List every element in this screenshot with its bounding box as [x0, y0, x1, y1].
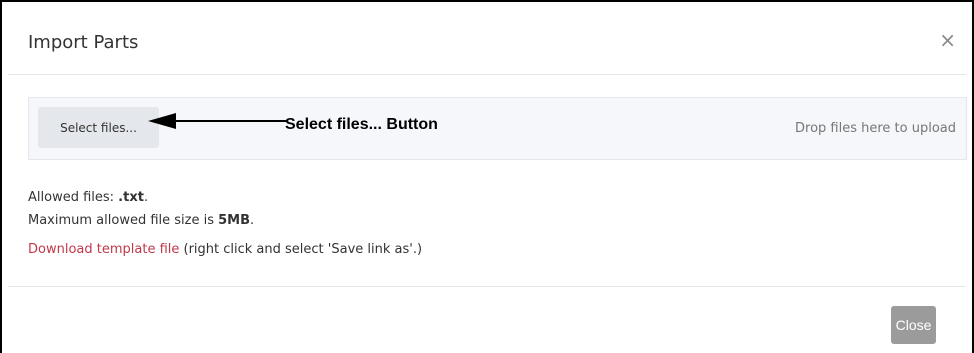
- download-template-text: Download template file (right click and …: [28, 242, 422, 257]
- max-size-value: 5MB: [218, 213, 251, 228]
- download-template-link[interactable]: Download template file: [28, 242, 179, 257]
- frame-border-top: [0, 0, 974, 2]
- callout-label: Select files... Button: [285, 116, 438, 133]
- download-note: (right click and select 'Save link as'.): [179, 242, 423, 257]
- callout-arrow-icon: [148, 113, 286, 129]
- max-size-text: Maximum allowed file size is 5MB.: [28, 213, 255, 228]
- allowed-files-text: Allowed files: .txt.: [28, 190, 149, 205]
- frame-border-left: [0, 0, 2, 353]
- close-button[interactable]: Close: [891, 306, 936, 344]
- drop-files-hint: Drop files here to upload: [795, 121, 956, 136]
- close-icon[interactable]: ×: [939, 30, 956, 50]
- modal-header: Import Parts ×: [8, 8, 966, 75]
- select-files-button[interactable]: Select files...: [38, 107, 159, 148]
- modal-title: Import Parts: [28, 32, 139, 53]
- footer-divider: [8, 286, 966, 287]
- import-parts-modal: Import Parts × Select files... Drop file…: [8, 8, 967, 353]
- allowed-files-value: .txt: [118, 190, 144, 205]
